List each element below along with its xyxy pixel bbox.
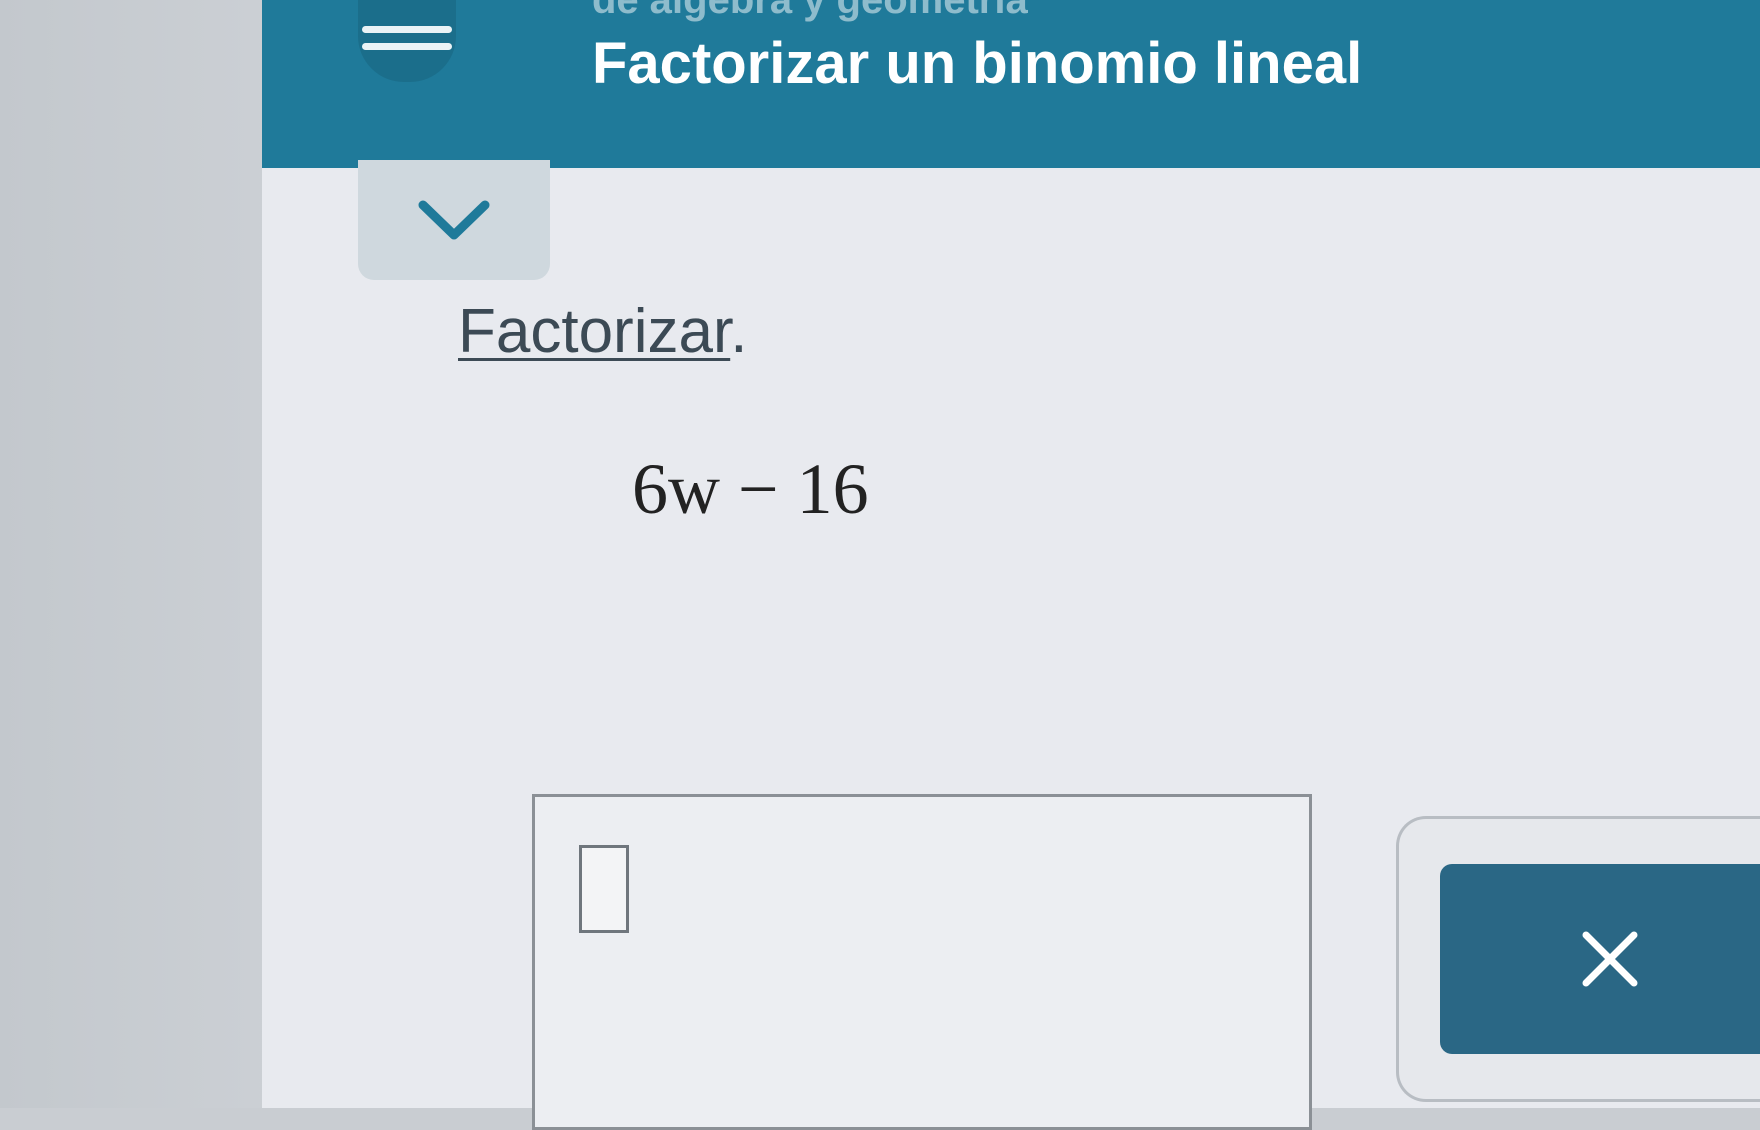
course-subtitle: de álgebra y geometría — [592, 0, 1028, 22]
chevron-down-icon — [418, 200, 490, 240]
hamburger-menu-icon — [362, 26, 452, 33]
math-expression: 6w − 16 — [632, 449, 869, 529]
close-x-icon — [1582, 931, 1638, 987]
desk-background — [0, 0, 285, 1108]
collapse-toggle-button[interactable] — [358, 160, 550, 280]
app-window: de álgebra y geometría Factorizar un bin… — [262, 0, 1760, 1130]
header-bar: de álgebra y geometría Factorizar un bin… — [262, 0, 1760, 168]
hamburger-menu-icon-line — [362, 43, 452, 50]
problem-prompt: Factorizar. — [458, 296, 747, 367]
menu-button[interactable] — [358, 0, 456, 82]
prompt-link[interactable]: Factorizar — [458, 297, 730, 366]
answer-cursor-slot[interactable] — [579, 845, 629, 933]
clear-button[interactable] — [1440, 864, 1760, 1054]
answer-input-area[interactable] — [532, 794, 1312, 1130]
lesson-title: Factorizar un binomio lineal — [592, 31, 1363, 96]
prompt-punctuation: . — [730, 297, 748, 366]
